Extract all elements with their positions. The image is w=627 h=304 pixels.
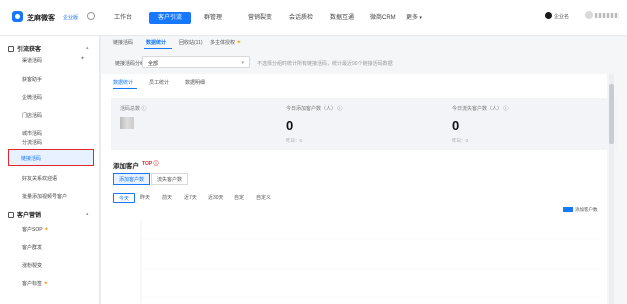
sidebar: 引流获客 ▴ 渠道活码 ✦ 获客助手 企微活码 门店活码 城市活码 分流活码 链… [0,36,100,304]
legend-swatch [563,207,573,212]
tab-recycle-bin[interactable]: 回收站(11) [179,39,203,46]
filter-hint: 不选择分组时统计所有链接活码，统计最近90个链接活码数据 [257,61,393,67]
nav-session-qc[interactable]: 会话质检 [289,12,313,24]
menu-icon [8,212,14,218]
avatar[interactable] [585,11,593,19]
sidebar-item-video-customers[interactable]: 批量添加视频号客户 [22,193,67,200]
range-today[interactable]: 今天 [113,193,136,203]
user-status-icon [545,12,552,19]
star-icon: ✦ [236,40,242,46]
chevron-down-icon: ▾ [241,60,244,66]
tab-data-stats[interactable]: 数据统计 [146,39,166,46]
nav-marketing-fission[interactable]: 营销裂变 [248,12,272,24]
subtab-staff-stats[interactable]: 员工统计 [149,79,169,86]
brand-name: 芝麻微客 [27,15,55,22]
group-filter-select[interactable]: 全部 ▾ [142,56,250,68]
sidebar-item-customer-sop[interactable]: 客户SOP ✦ [22,226,49,233]
sidebar-item-link-code[interactable]: 链接活码 [8,149,94,166]
tab-link-code[interactable]: 链接活码 [113,39,133,46]
legend-label: 添加客户数 [575,207,598,212]
range-custom[interactable]: 自定 [229,193,249,203]
subtab-data-stats[interactable]: 数据统计 [113,79,133,86]
sidebar-item-friend-welcome[interactable]: 好友关系欢迎语 [22,175,57,182]
line-chart [140,221,601,304]
scrollbar[interactable] [609,74,614,304]
range-30-days[interactable]: 近30天 [203,193,229,203]
card-title: 活码总数 [120,105,146,112]
sidebar-item-city-code[interactable]: 城市活码 [22,130,42,137]
range-7-days[interactable]: 近7天 [179,193,202,203]
redacted-value [120,117,134,129]
tab-multi-entity-auth[interactable]: 多主体授权 ✦ [210,39,241,46]
nav-crm[interactable]: 微商CRM [370,12,396,24]
refresh-icon[interactable] [87,12,95,20]
tab-underline [144,48,172,49]
segment-added[interactable]: 添加客户数 [113,173,151,185]
sidebar-item-fission[interactable]: 涨粉裂变 [22,262,42,269]
card-value: 0 [286,118,294,133]
main-content: 链接活码 数据统计 回收站(11) 多主体授权 ✦ 链接活码分组: 全部 ▾ 不选… [101,36,627,304]
range-custom-picker[interactable]: 自定义 [251,193,276,203]
tab-bar: 链接活码 数据统计 回收站(11) 多主体授权 ✦ [101,36,627,50]
nav-workbench[interactable]: 工作台 [114,12,132,24]
sidebar-item-channel-code[interactable]: 渠道活码 [22,57,42,64]
subtab-underline [113,88,137,89]
star-icon: ✦ [43,227,49,233]
card-added-today: 今日添加客户数（人） 0 昨日：0 [277,98,451,150]
card-value: 0 [452,118,460,133]
card-yesterday: 昨日：0 [286,138,303,143]
edition-tag: 企业版 [63,15,79,21]
sidebar-item-mass-send[interactable]: 客户群发 [22,244,42,251]
section-title: 添加客户 [113,163,139,170]
person-icon [8,46,14,52]
sidebar-group-marketing[interactable]: 客户营销 [8,210,41,219]
sidebar-item-acquisition-assistant[interactable]: 获客助手 [22,76,42,83]
sidebar-group-acquisition[interactable]: 引流获客 [8,44,41,53]
card-lost-today: 今日流失客户数（人） 0 昨日：0 [443,98,617,150]
range-day-before[interactable]: 前天 [157,193,177,203]
card-title: 今日流失客户数（人） [452,105,508,112]
sidebar-item-split-code[interactable]: 分流活码 [22,139,42,146]
segment-lost[interactable]: 流失客户数 [151,173,189,185]
company-name[interactable]: 企业名 [554,13,569,20]
chevron-up-icon[interactable]: ▴ [86,211,89,217]
sidebar-item-store-code[interactable]: 门店活码 [22,112,42,119]
brand-logo[interactable] [12,11,23,22]
stats-panel: 数据统计 员工统计 数据明细 活码总数 今日添加客户数（人） 0 昨日：0 今日… [101,74,617,304]
scrollbar-thumb[interactable] [609,84,614,144]
nav-data-sync[interactable]: 数据互通 [330,12,354,24]
nav-more[interactable]: 更多 [406,12,422,24]
card-yesterday: 昨日：0 [452,138,469,143]
sidebar-item-wecom-code[interactable]: 企微活码 [22,94,42,101]
nav-customer-acquisition[interactable]: 客户引流 [149,12,192,24]
star-icon: ✦ [43,281,49,287]
card-title: 今日添加客户数（人） [286,105,342,112]
subtab-data-detail[interactable]: 数据明细 [185,79,205,86]
card-total-codes: 活码总数 [111,98,285,150]
nav-group-management[interactable]: 群管理 [204,12,222,24]
sidebar-item-customer-tags[interactable]: 客户标签 ✦ [22,280,48,287]
chevron-up-icon[interactable]: ▴ [86,45,89,51]
top-badge[interactable]: TOP ⓘ [142,160,159,167]
range-yesterday[interactable]: 昨天 [135,193,155,203]
user-account-blurred[interactable] [595,13,619,18]
pin-icon[interactable]: ✦ [80,55,85,62]
top-bar: 芝麻微客 企业版 工作台 客户引流 群管理 营销裂变 会话质检 数据互通 微商C… [0,0,627,36]
